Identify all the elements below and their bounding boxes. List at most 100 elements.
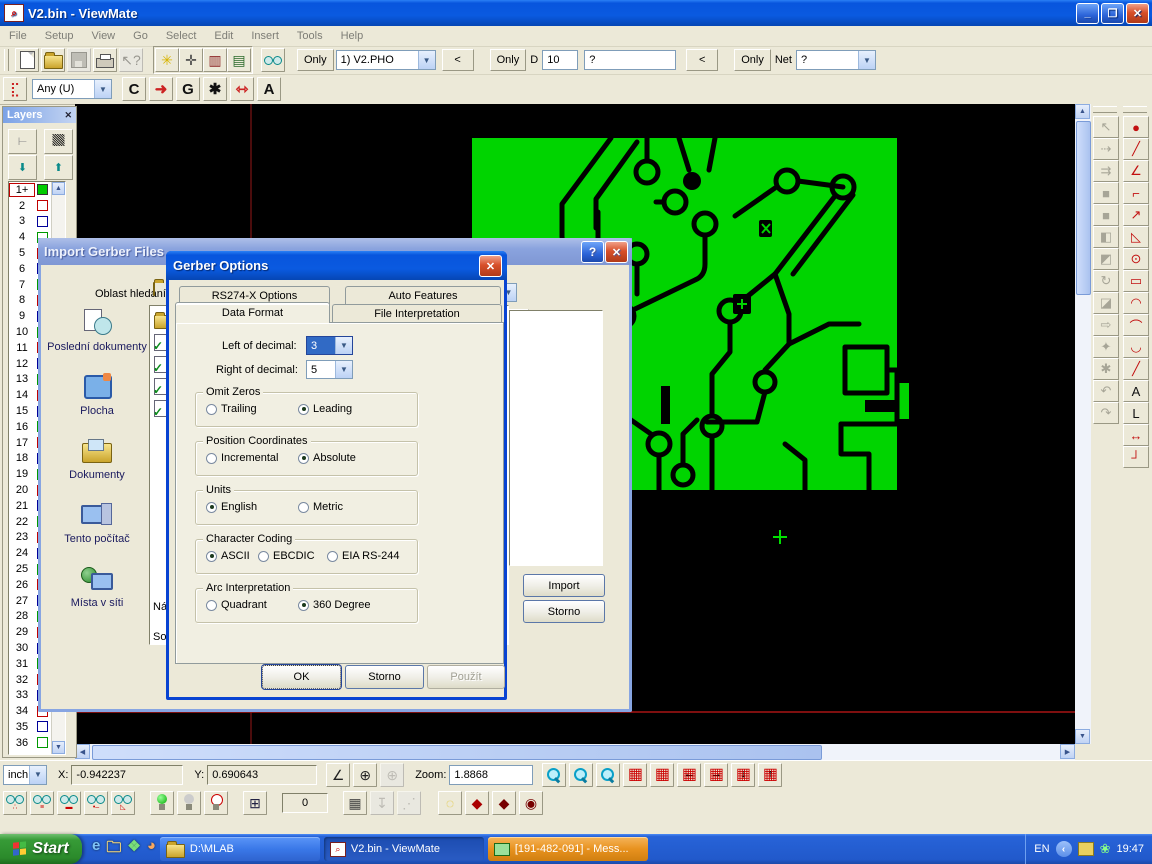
filter-combo[interactable]: Any (U)▼	[32, 79, 112, 99]
menu-item-select[interactable]: Select	[157, 28, 206, 44]
undo-icon[interactable]: ↶	[1093, 380, 1119, 402]
chevron-down-icon[interactable]: ▼	[94, 80, 111, 98]
line-tool-icon[interactable]: ╱	[1123, 138, 1149, 160]
close-icon[interactable]: ✕	[605, 241, 628, 263]
save-file-icon[interactable]	[67, 48, 91, 72]
align-points-icon[interactable]: ✦	[1093, 336, 1119, 358]
close-icon[interactable]: ✕	[64, 110, 72, 121]
radio-quadrant[interactable]: Quadrant	[206, 599, 267, 611]
transfer-one-icon[interactable]: ⇢	[1093, 138, 1119, 160]
net-hop-icon[interactable]: ⇿	[230, 77, 254, 101]
scroll-left-icon[interactable]: ◀	[75, 744, 90, 759]
menu-item-insert[interactable]: Insert	[242, 28, 288, 44]
place-desktop[interactable]: Plocha	[47, 373, 147, 417]
square-tool-icon[interactable]: ■	[1093, 204, 1119, 226]
place-documents[interactable]: Dokumenty	[47, 437, 147, 481]
radio-trailing[interactable]: Trailing	[206, 403, 257, 415]
layer-color-swatch[interactable]	[37, 216, 48, 227]
palette-grip[interactable]	[1123, 106, 1147, 113]
icq-flower-icon[interactable]: ❀	[1100, 841, 1111, 857]
pattern-sparse-icon[interactable]: ◌	[438, 791, 462, 815]
grid-toggle-icon[interactable]: ▦	[650, 763, 674, 787]
tray-chevron-icon[interactable]: ‹	[1056, 841, 1072, 857]
zoom-grid-icon[interactable]	[569, 763, 593, 787]
film-colors-icon[interactable]: ▤	[227, 48, 251, 72]
rotate-tool-icon[interactable]: ↻	[1093, 270, 1119, 292]
crosshair-icon[interactable]: ⊕	[353, 763, 377, 787]
dcode-filter-icon[interactable]: ⣏	[3, 77, 27, 101]
vector-tool-icon[interactable]: ↗	[1123, 204, 1149, 226]
pan-down-icon[interactable]: ▦↓	[731, 763, 755, 787]
polyline-tool-icon[interactable]: ∠	[1123, 160, 1149, 182]
chevron-down-icon[interactable]: ▼	[335, 337, 352, 354]
menu-item-edit[interactable]: Edit	[205, 28, 242, 44]
cursor-tool-icon[interactable]: ↖	[1093, 116, 1119, 138]
menu-item-go[interactable]: Go	[124, 28, 157, 44]
film-query-icon[interactable]: ▥	[203, 48, 227, 72]
import-button[interactable]: Import	[523, 574, 605, 597]
layer-insert-icon[interactable]: ⊢	[8, 129, 37, 154]
arc-tool-icon[interactable]: ◠	[1123, 292, 1149, 314]
dcode-table-icon[interactable]: ▦	[623, 763, 647, 787]
scroll-down-icon[interactable]: ▼	[52, 741, 65, 754]
anchor-icon[interactable]: ↧	[370, 791, 394, 815]
move-merge-icon[interactable]: ⇨	[1093, 314, 1119, 336]
gerber-g-icon[interactable]: G	[176, 77, 200, 101]
menu-item-tools[interactable]: Tools	[288, 28, 332, 44]
elbow-tool-icon[interactable]: ┘	[1123, 446, 1149, 468]
mirror-horizontal-icon[interactable]: ◩	[1093, 248, 1119, 270]
layer-color-swatch[interactable]	[37, 721, 48, 732]
only-dcode-button[interactable]: Only	[490, 49, 527, 71]
menu-item-help[interactable]: Help	[332, 28, 373, 44]
dcode-query-input[interactable]: ?	[584, 50, 676, 70]
dcode-input[interactable]: 10	[542, 50, 578, 70]
menu-item-view[interactable]: View	[82, 28, 124, 44]
notes-tray-icon[interactable]	[1078, 842, 1094, 856]
shear-tool-icon[interactable]: ◪	[1093, 292, 1119, 314]
layer-move-up-icon[interactable]: ⬆	[44, 155, 73, 180]
layer-move-down-icon[interactable]: ⬇	[8, 155, 37, 180]
rectangle-tool-icon[interactable]: ▭	[1123, 270, 1149, 292]
pad-tool-icon[interactable]: ●	[1123, 116, 1149, 138]
right-of-decimal-combo[interactable]: 5 ▼	[306, 360, 353, 379]
layer-color-swatch[interactable]	[37, 200, 48, 211]
radio-360-degree[interactable]: 360 Degree	[298, 599, 371, 611]
radio-leading[interactable]: Leading	[298, 403, 352, 415]
view-lines-glasses-icon[interactable]: ≡	[30, 791, 54, 815]
radio-ascii[interactable]: ASCII	[206, 550, 250, 562]
menu-item-setup[interactable]: Setup	[36, 28, 83, 44]
aperture-a-icon[interactable]: A	[257, 77, 281, 101]
radio-incremental[interactable]: Incremental	[206, 452, 278, 464]
view-points-glasses-icon[interactable]: •–	[84, 791, 108, 815]
gerber-dialog-titlebar[interactable]: Gerber Options	[166, 251, 507, 280]
prev-dcode-button[interactable]: <	[686, 49, 718, 71]
circle-tool-icon[interactable]: ⊙	[1123, 248, 1149, 270]
palette-grip[interactable]	[1093, 106, 1117, 113]
circle-c-icon[interactable]: C	[122, 77, 146, 101]
maximize-button[interactable]: ❐	[1101, 3, 1124, 24]
layers-panel-header[interactable]: Layers ✕	[3, 107, 76, 123]
view-visibility-glasses-icon[interactable]	[261, 48, 285, 72]
redo-icon[interactable]: ↷	[1093, 402, 1119, 424]
left-of-decimal-combo[interactable]: 3 ▼	[306, 336, 353, 355]
split-panes-icon[interactable]: ⊞	[243, 791, 267, 815]
pan-left-icon[interactable]: ▦←	[677, 763, 701, 787]
pattern-pad-icon[interactable]: ◆	[465, 791, 489, 815]
net-combo[interactable]: ?▼	[796, 50, 876, 70]
highlight-on-lamp-icon[interactable]	[150, 791, 174, 815]
task-button[interactable]: ⌕V2.bin - ViewMate	[324, 837, 484, 861]
dimension-tool-icon[interactable]: ↔	[1123, 424, 1149, 446]
layer-color-swatch[interactable]	[37, 184, 48, 195]
chevron-down-icon[interactable]: ▼	[418, 51, 435, 69]
path-points-icon[interactable]: ⋰	[397, 791, 421, 815]
tab-data-format[interactable]: Data Format	[175, 302, 330, 323]
units-combo[interactable]: inch▼	[3, 765, 47, 785]
angle-measure-icon[interactable]: ∠	[326, 763, 350, 787]
scroll-up-icon[interactable]: ▲	[1075, 104, 1090, 119]
vertical-scrollbar[interactable]: ▲ ▼	[1075, 104, 1091, 744]
view-pads-glasses-icon[interactable]: ∴	[3, 791, 27, 815]
curve-tool-icon[interactable]: ⌒	[1123, 314, 1149, 336]
settings-gear-icon[interactable]: ✱	[1093, 358, 1119, 380]
sketch-line-tool-icon[interactable]: ╱	[1123, 358, 1149, 380]
minimize-button[interactable]: _	[1076, 3, 1099, 24]
